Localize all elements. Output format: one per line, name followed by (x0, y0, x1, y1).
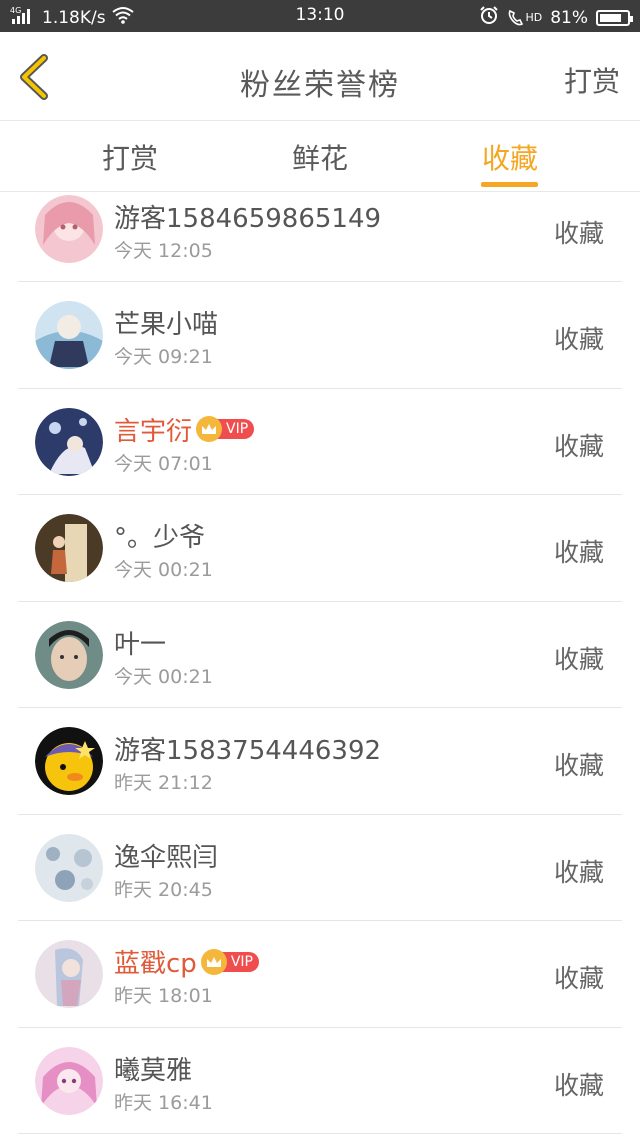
battery-percent: 81% (550, 7, 588, 28)
user-name-text: 蓝戳cp (114, 949, 197, 979)
avatar (35, 301, 103, 369)
timestamp: 昨天 16:41 (114, 1091, 213, 1114)
tab-reward[interactable]: 打赏 (60, 137, 200, 177)
reward-button[interactable]: 打赏 (564, 60, 620, 100)
action-label: 收藏 (553, 857, 604, 887)
list-item[interactable]: 芒果小喵 今天 09:21 收藏 (18, 282, 622, 389)
avatar (35, 407, 103, 476)
action-label: 收藏 (553, 751, 604, 780)
user-name: 蓝戳cp VIP (114, 943, 259, 980)
action-label: 收藏 (553, 538, 604, 567)
action-label: 收藏 (553, 644, 604, 674)
user-name: 游客1583754446392 (114, 736, 382, 766)
hd-call-icon: HD (507, 9, 542, 27)
action-label: 收藏 (553, 325, 604, 354)
battery-fill (600, 13, 622, 22)
action-label: 收藏 (553, 219, 604, 248)
crown-icon (196, 416, 223, 442)
tab-bar: 打赏 鲜花 收藏 (0, 121, 640, 192)
avatar (35, 514, 103, 582)
tab-flowers[interactable]: 鲜花 (250, 137, 390, 177)
timestamp: 今天 09:21 (114, 346, 213, 368)
page-title: 粉丝荣誉榜 (240, 68, 400, 103)
tab-favorites[interactable]: 收藏 (440, 137, 580, 177)
user-name: 叶一 (114, 629, 167, 660)
timestamp: 今天 00:21 (114, 559, 213, 581)
action-label: 收藏 (553, 1070, 604, 1100)
timestamp: 今天 00:21 (114, 665, 213, 688)
crown-icon (200, 948, 227, 975)
avatar (35, 1046, 103, 1115)
battery-icon (596, 9, 633, 26)
list-item[interactable]: 曦莫雅 昨天 16:41 收藏 (18, 1028, 622, 1134)
list-item[interactable]: 游客1584659865149 今天 12:05 收藏 (18, 192, 622, 282)
header: 粉丝荣誉榜 打赏 (0, 32, 640, 121)
vip-badge: VIP (196, 416, 255, 442)
list-item[interactable]: 游客1583754446392 昨天 21:12 收藏 (18, 708, 622, 815)
action-label: 收藏 (553, 431, 604, 461)
list-item[interactable]: 叶一 今天 00:21 收藏 (18, 602, 622, 708)
user-name: 逸伞熙闫 (114, 842, 219, 873)
list-item[interactable]: °。少爷 今天 00:21 收藏 (18, 495, 622, 602)
timestamp: 昨天 18:01 (114, 985, 213, 1007)
vip-badge: VIP (200, 948, 259, 975)
active-tab-indicator (481, 182, 538, 187)
avatar (35, 833, 103, 902)
user-name: 芒果小喵 (114, 310, 219, 340)
list-item[interactable]: 逸伞熙闫 昨天 20:45 收藏 (18, 815, 622, 921)
hd-label: HD (525, 11, 543, 24)
timestamp: 今天 12:05 (114, 240, 213, 262)
avatar (35, 620, 103, 689)
list-item[interactable]: 言宇衍 VIP 今天 07:01 收藏 (18, 389, 622, 495)
user-name: 游客1584659865149 (114, 204, 382, 234)
avatar (35, 195, 103, 263)
avatar (35, 727, 103, 795)
status-bar: 4G 1.18K/s 13:10 HD 81% (0, 0, 640, 32)
list-item[interactable]: 蓝戳cp VIP 昨天 18:01 收藏 (18, 921, 622, 1028)
user-name: 曦莫雅 (114, 1055, 193, 1086)
user-name: °。少爷 (114, 523, 206, 553)
fan-list: 游客1584659865149 今天 12:05 收藏 芒果小喵 今天 09:2… (0, 192, 640, 1134)
avatar (35, 940, 103, 1008)
timestamp: 昨天 21:12 (114, 772, 213, 794)
timestamp: 今天 07:01 (114, 452, 213, 475)
action-label: 收藏 (553, 964, 604, 993)
timestamp: 昨天 20:45 (114, 878, 213, 901)
user-name: 言宇衍 VIP (114, 411, 255, 448)
alarm-icon (479, 5, 499, 30)
user-name-text: 言宇衍 (114, 416, 193, 447)
